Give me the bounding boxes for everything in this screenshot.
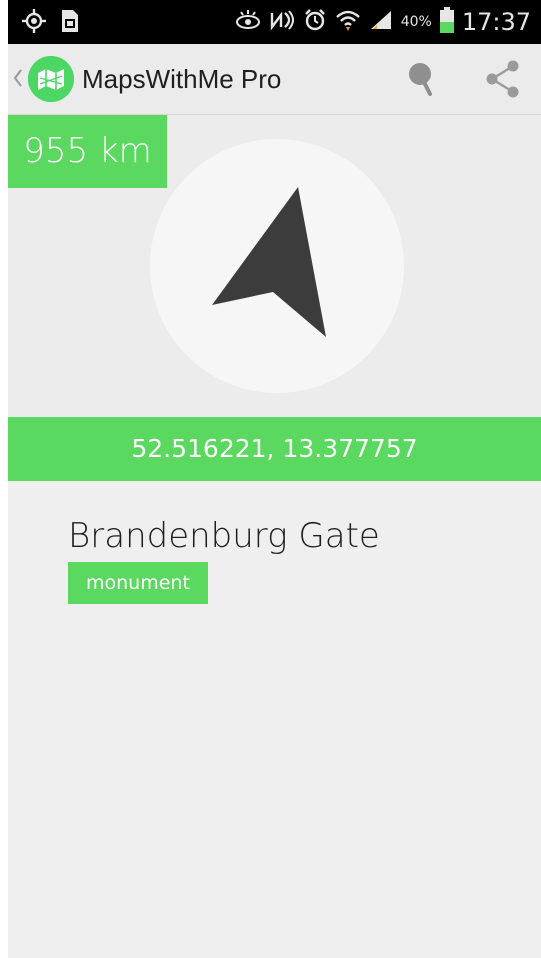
status-bar-left bbox=[22, 8, 80, 39]
battery-icon bbox=[439, 6, 454, 38]
status-bar-right: 40% 17:37 bbox=[235, 4, 531, 40]
status-bar: 40% 17:37 bbox=[8, 0, 541, 44]
navigation-arrow-icon bbox=[150, 139, 404, 393]
compass-area: 955 km bbox=[8, 115, 541, 417]
clock: 17:37 bbox=[461, 8, 531, 36]
signal-icon bbox=[369, 9, 393, 36]
place-name: Brandenburg Gate bbox=[68, 516, 380, 556]
place-type-badge: monument bbox=[68, 562, 208, 604]
app-logo-icon[interactable] bbox=[28, 56, 74, 102]
app-title: MapsWithMe Pro bbox=[82, 64, 282, 94]
gps-icon bbox=[22, 9, 46, 38]
action-bar: MapsWithMe Pro bbox=[8, 44, 541, 115]
share-icon[interactable] bbox=[480, 56, 526, 102]
wifi-icon bbox=[335, 8, 361, 37]
coordinates-bar[interactable]: 52.516221, 13.377757 bbox=[8, 417, 541, 481]
nfc-icon bbox=[269, 9, 295, 36]
back-chevron-icon[interactable] bbox=[12, 66, 24, 90]
sim-icon bbox=[60, 8, 80, 39]
alarm-icon bbox=[303, 8, 327, 37]
pin-icon[interactable] bbox=[400, 56, 446, 102]
eye-icon bbox=[235, 9, 261, 35]
distance-badge: 955 km bbox=[8, 115, 167, 188]
screen: 40% 17:37 MapsWithMe Pro 955 km 52.51622… bbox=[8, 0, 541, 958]
battery-percent: 40% bbox=[400, 14, 432, 30]
